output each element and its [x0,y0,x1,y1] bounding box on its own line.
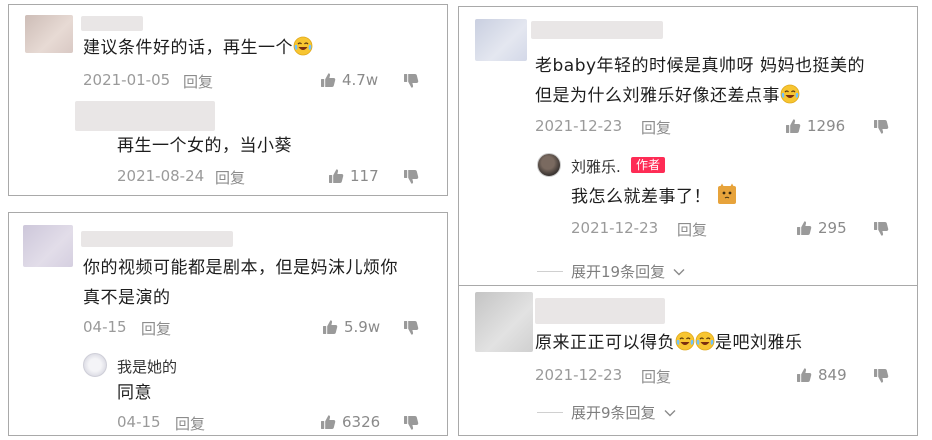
reply-button[interactable]: 回复 [641,117,671,138]
expand-replies-label: 展开9条回复 [571,404,656,422]
thumb-up-icon [796,220,812,236]
username-blurred[interactable] [81,231,233,247]
avatar-blurred[interactable] [23,225,73,267]
thumb-down-icon[interactable] [403,73,419,89]
thumb-up-icon [320,414,336,430]
chevron-down-icon [664,409,676,417]
sub-reply-avatar[interactable] [83,353,107,377]
comment-date: 2021-12-23 [535,117,623,135]
reply-button[interactable]: 回复 [183,71,213,92]
laugh-cry-emoji [293,36,313,56]
comment-text-line1: 老baby年轻的时候是真帅呀 妈妈也挺美的 [535,56,865,76]
comment-text: 建议条件好的话，再生一个 [83,33,313,63]
sub-reply-date: 2021-12-23 [571,219,659,237]
comment-date: 2021-12-23 [535,366,623,384]
like-button[interactable]: 5.9w [322,318,380,336]
laugh-cry-emoji [695,331,715,351]
sub-reply-button[interactable]: 回复 [215,167,245,188]
thumb-up-icon [322,319,338,335]
sub-reply-date: 04-15 [117,413,161,431]
expand-replies-button[interactable]: 展开9条回复 [537,402,676,423]
sub-like-button[interactable]: 6326 [320,413,380,431]
sub-like-count: 295 [818,219,847,237]
sub-like-count: 6326 [342,413,381,431]
username-blurred[interactable] [81,16,143,31]
comment-card-4: 原来正正可以得负 是吧刘雅乐 2021-12-23 回复 849 展开9条回复 [458,286,918,436]
avatar-blurred[interactable] [475,292,533,352]
sub-reply-username[interactable]: 我是她的 [117,356,177,377]
like-count: 4.7w [342,71,379,89]
expand-replies-button[interactable]: 展开19条回复 [537,261,685,282]
thumb-up-icon [328,168,344,184]
username-blurred[interactable] [535,298,665,324]
sub-like-button[interactable]: 117 [328,167,379,185]
sub-reply-date: 2021-08-24 [117,167,205,185]
thumb-up-icon [320,72,336,88]
expand-divider [537,271,563,272]
author-avatar[interactable] [537,153,561,177]
chevron-down-icon [673,268,685,276]
comment-text-line2: 真不是演的 [83,288,171,308]
sub-reply-text: 再生一个女的，当小葵 [117,136,292,156]
sub-like-count: 117 [350,167,379,185]
comment-card-1: 建议条件好的话，再生一个 2021-01-05 回复 4.7w 再生一个女的，当… [8,4,448,196]
comment-date: 04-15 [83,318,127,336]
laugh-cry-emoji [780,84,800,104]
like-count: 849 [818,366,847,384]
avatar-blurred[interactable] [475,19,527,61]
expand-replies-label: 展开19条回复 [571,263,666,281]
sub-reply-username[interactable]: 刘雅乐. [571,156,621,177]
sub-reply-user-blurred[interactable] [75,101,215,131]
author-badge: 作者 [631,157,666,173]
sub-reply-text: 同意 [117,383,152,403]
sub-reply-text: 我怎么就差事了！ [571,182,737,212]
like-button[interactable]: 4.7w [320,71,378,89]
comment-card-2: 你的视频可能都是剧本，但是妈沫儿烦你 真不是演的 04-15 回复 5.9w 我… [8,212,448,436]
sub-reply-button[interactable]: 回复 [175,413,205,434]
thumb-down-icon[interactable] [403,415,419,431]
thumb-down-icon[interactable] [873,368,889,384]
thumb-down-icon[interactable] [873,221,889,237]
comment-card-3: 老baby年轻的时候是真帅呀 妈妈也挺美的 但是为什么刘雅乐好像还差点事 202… [458,6,918,286]
avatar-blurred[interactable] [25,15,73,53]
like-count: 1296 [807,117,846,135]
thumb-down-icon[interactable] [403,320,419,336]
reply-button[interactable]: 回复 [141,318,171,339]
comment-text-line2: 但是为什么刘雅乐好像还差点事 [535,81,800,111]
cat-emoji [717,183,736,204]
reply-button[interactable]: 回复 [641,366,671,387]
comment-date: 2021-01-05 [83,71,171,89]
like-button[interactable]: 849 [796,366,847,384]
username-blurred[interactable] [531,21,663,39]
thumb-up-icon [796,367,812,383]
comment-text: 原来正正可以得负 是吧刘雅乐 [535,331,803,353]
sub-like-button[interactable]: 295 [796,219,847,237]
thumb-down-icon[interactable] [873,119,889,135]
like-count: 5.9w [344,318,381,336]
comment-text-line1: 你的视频可能都是剧本，但是妈沫儿烦你 [83,258,398,278]
laugh-cry-emoji [675,331,695,351]
sub-reply-button[interactable]: 回复 [677,219,707,240]
like-button[interactable]: 1296 [785,117,845,135]
thumb-down-icon[interactable] [403,169,419,185]
thumb-up-icon [785,118,801,134]
expand-divider [537,412,563,413]
